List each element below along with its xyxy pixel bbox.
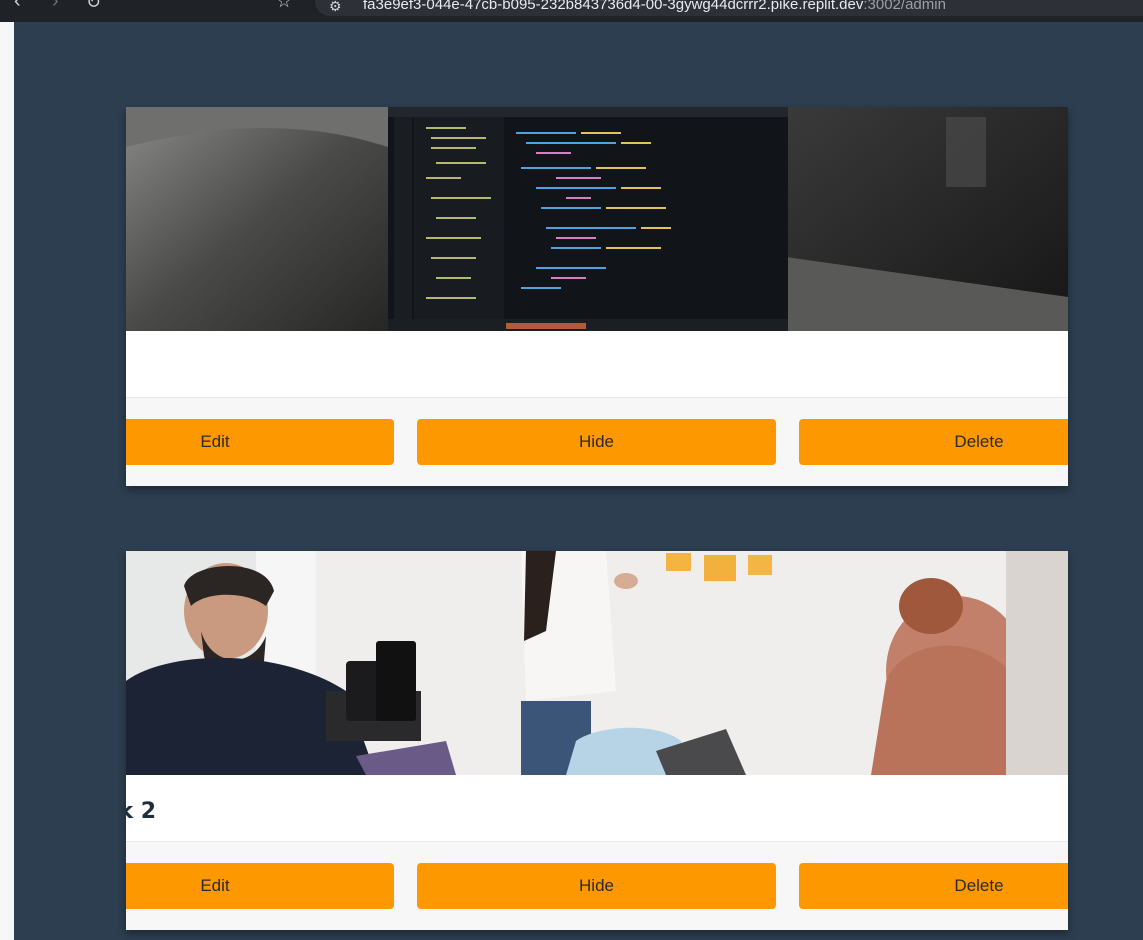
browser-toolbar: ‹ › ↻ ☆ ⚙ fa3e9ef3-044e-47cb-b095-232b84…	[0, 0, 1143, 22]
laptop-code-photo	[126, 107, 1068, 331]
sidebar-edge	[0, 22, 14, 940]
site-info-icon[interactable]: ⚙	[329, 0, 342, 15]
address-bar[interactable]: ⚙ fa3e9ef3-044e-47cb-b095-232b843736d4-0…	[315, 0, 1143, 16]
card-title-area	[126, 331, 1068, 397]
delete-button[interactable]: Delete	[799, 863, 1068, 909]
delete-button[interactable]: Delete	[799, 419, 1068, 465]
office-meeting-photo	[126, 551, 1068, 775]
hide-button[interactable]: Hide	[417, 419, 776, 465]
forward-icon[interactable]: ›	[52, 0, 59, 13]
card-actions: Edit Hide Delete	[126, 841, 1068, 930]
card-title: Block 2	[126, 799, 157, 824]
edit-button[interactable]: Edit	[126, 419, 394, 465]
url-text: fa3e9ef3-044e-47cb-b095-232b843736d4-00-…	[363, 0, 946, 13]
card-title-area: Block 2	[126, 775, 1068, 841]
back-icon[interactable]: ‹	[14, 0, 21, 13]
edit-button[interactable]: Edit	[126, 863, 394, 909]
url-host: fa3e9ef3-044e-47cb-b095-232b843736d4-00-…	[363, 0, 864, 13]
reload-icon[interactable]: ↻	[86, 0, 101, 13]
block-card: Edit Hide Delete	[126, 107, 1068, 486]
block-card: Block 2 Edit Hide Delete	[126, 551, 1068, 930]
card-image	[126, 107, 1068, 331]
url-path: :3002/admin	[863, 0, 946, 13]
card-actions: Edit Hide Delete	[126, 397, 1068, 486]
hide-button[interactable]: Hide	[417, 863, 776, 909]
card-image	[126, 551, 1068, 775]
bookmark-icon[interactable]: ☆	[276, 0, 292, 12]
